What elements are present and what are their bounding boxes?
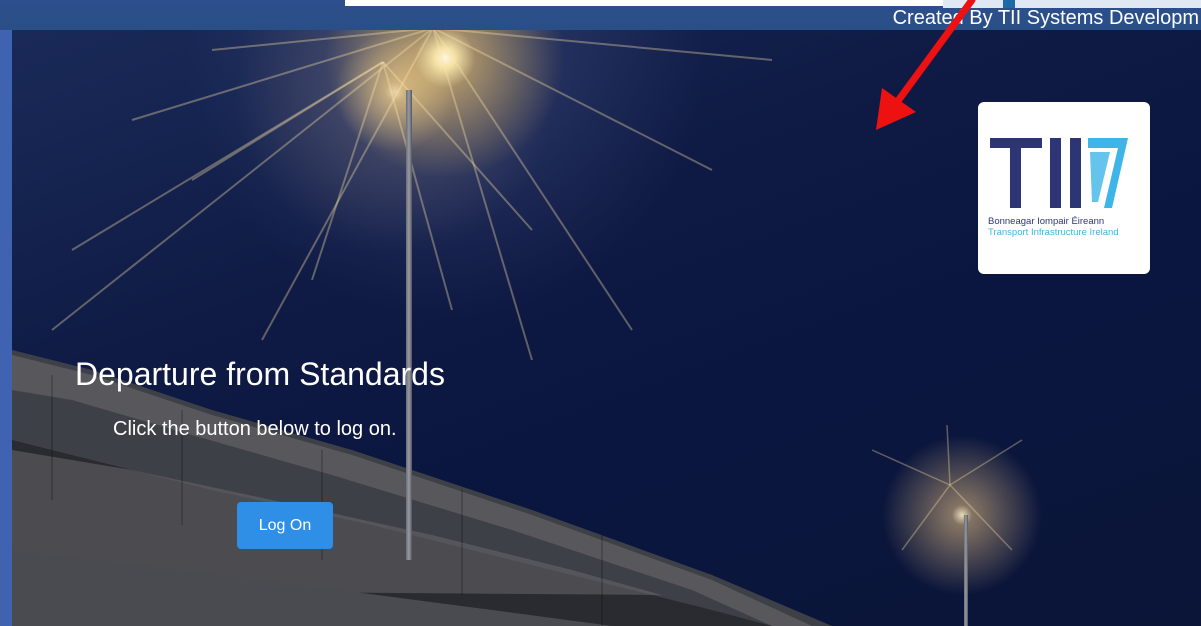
credit-text: Created By TII Systems Developm <box>892 7 1199 29</box>
hero-background: Bonneagar Iompair Éireann Transport Infr… <box>12 30 1201 626</box>
lamp-pole-right <box>964 515 968 626</box>
tii-logo: Bonneagar Iompair Éireann Transport Infr… <box>978 102 1150 274</box>
log-on-button[interactable]: Log On <box>237 502 333 549</box>
logo-irish-name: Bonneagar Iompair Éireann <box>988 216 1105 227</box>
page-title: Departure from Standards <box>75 356 445 392</box>
top-white-box <box>345 0 943 6</box>
lamp-pole-main <box>406 90 412 560</box>
page-subtitle: Click the button below to log on. <box>113 418 397 440</box>
tii-logo-icon <box>990 138 1128 208</box>
logo-english-name: Transport Infrastructure Ireland <box>988 227 1119 238</box>
